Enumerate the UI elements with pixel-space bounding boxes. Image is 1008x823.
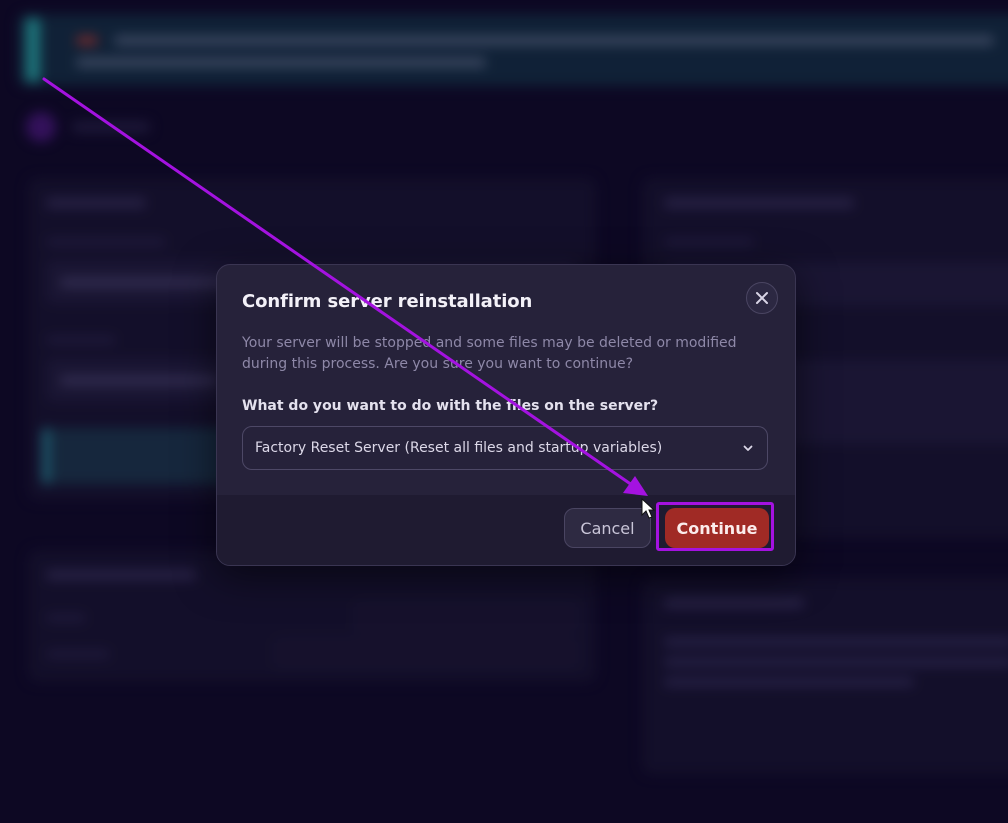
chevron-down-icon: [741, 441, 755, 455]
continue-button[interactable]: Continue: [665, 508, 769, 548]
close-icon: [755, 291, 769, 305]
page: Confirm server reinstallation Your serve…: [0, 0, 1008, 823]
files-action-select[interactable]: Factory Reset Server (Reset all files an…: [242, 426, 768, 470]
cancel-button[interactable]: Cancel: [564, 508, 651, 548]
files-question-label: What do you want to do with the files on…: [242, 398, 659, 414]
dialog-footer: Cancel Continue: [217, 495, 795, 565]
dialog-title: Confirm server reinstallation: [242, 291, 533, 312]
reinstall-dialog: Confirm server reinstallation Your serve…: [216, 264, 796, 566]
close-button[interactable]: [746, 282, 778, 314]
select-value: Factory Reset Server (Reset all files an…: [255, 440, 663, 456]
dialog-description: Your server will be stopped and some fil…: [242, 335, 737, 372]
